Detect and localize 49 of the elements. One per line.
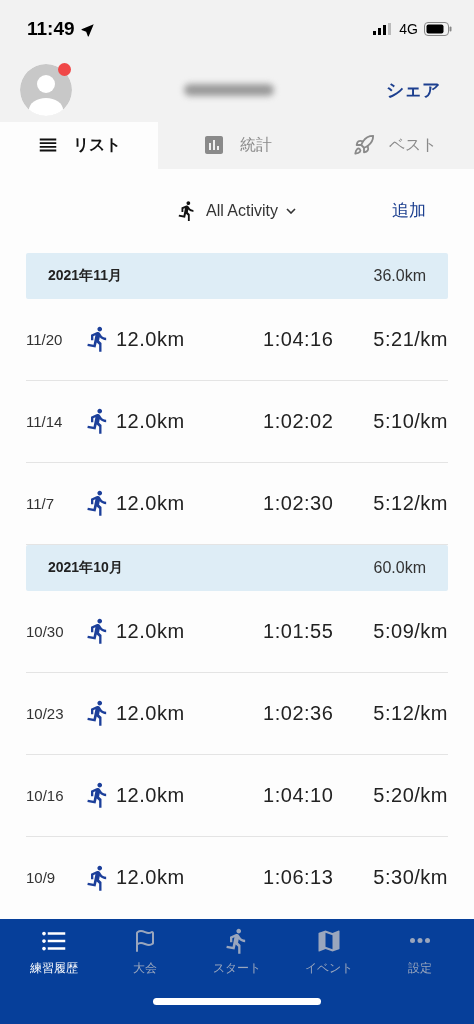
activity-duration: 1:02:30 [263,491,335,515]
activity-duration: 1:01:55 [263,619,335,643]
activity-date: 10/16 [26,786,65,804]
activity-pace: 5:09/km [373,619,448,643]
activity-duration: 1:04:10 [263,783,335,807]
chevron-down-icon [286,207,296,214]
activity-distance: 12.0km [116,491,186,515]
activity-distance: 12.0km [116,327,186,351]
month-total: 60.0km [373,558,426,577]
activity-pace: 5:20/km [373,783,448,807]
activity-pace: 5:12/km [373,701,448,725]
activity-distance: 12.0km [116,783,186,807]
activity-distance: 12.0km [116,619,186,643]
activity-date: 11/7 [26,494,56,512]
activity-duration: 1:02:02 [263,409,335,433]
status-time: 11:49 [27,18,75,41]
activity-date: 10/23 [26,704,65,722]
month-label: 2021年11月 [48,266,122,285]
activity-duration: 1:02:36 [263,701,335,725]
activity-date: 10/9 [26,869,57,887]
activity-distance: 12.0km [116,701,186,725]
avatar[interactable] [20,64,72,117]
activity-date: 11/14 [26,412,64,430]
more-icon [410,938,431,944]
activity-pace: 5:30/km [373,866,448,890]
month-total: 36.0km [373,266,426,285]
activity-distance: 12.0km [116,409,186,433]
nav-item[interactable]: 大会 [105,924,186,978]
activity-date: 11/20 [26,330,64,348]
nav-item[interactable]: 練習履歴 [13,924,94,978]
activity-pace: 5:10/km [373,409,448,433]
nav-item[interactable]: イベント [288,924,369,978]
activity-duration: 1:04:16 [263,327,335,351]
add-button[interactable]: 追加 [392,199,426,223]
signal-icon [373,23,394,36]
battery-icon [424,22,452,37]
activity-pace: 5:12/km [373,491,448,515]
activity-filter[interactable]: All Activity [176,199,296,222]
share-button[interactable]: シェア [386,78,440,103]
rocket-icon [353,134,375,157]
activity-duration: 1:06:13 [263,866,335,890]
activity-pace: 5:21/km [373,327,448,351]
month-label: 2021年10月 [48,558,123,577]
nav-item[interactable]: 設定 [380,924,461,978]
network-label: 4G [399,21,418,38]
nav-item[interactable]: スタート [197,924,277,978]
activity-date: 10/30 [26,622,65,640]
tab[interactable]: リスト [0,121,158,169]
activity-distance: 12.0km [116,866,186,890]
